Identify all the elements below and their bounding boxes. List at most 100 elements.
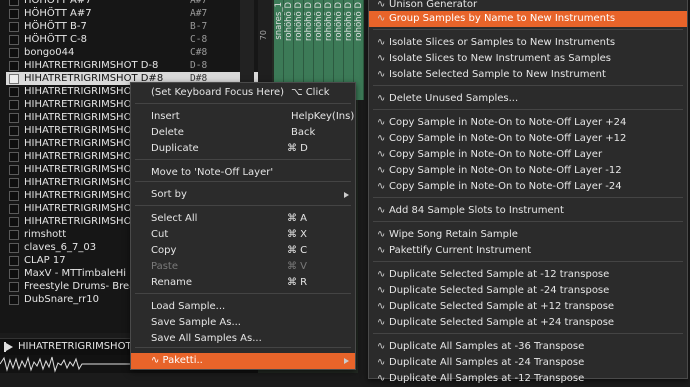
paketti-submenu-item[interactable]: ∿ Isolate Slices to New Instrument as Sam… xyxy=(369,51,687,67)
sample-checkbox[interactable] xyxy=(9,178,19,188)
sample-checkbox[interactable] xyxy=(9,74,19,84)
sample-checkbox[interactable] xyxy=(9,48,19,58)
sample-name: MaxV - MTTimbaleHi xyxy=(24,268,127,279)
sample-name: HIHATRETRIGRIMSHOT xyxy=(24,151,138,162)
submenu-item-label: Duplicate All Samples at -36 Transpose xyxy=(389,341,585,352)
menu-separator xyxy=(373,85,683,86)
paketti-submenu-item[interactable]: ∿ Copy Sample in Note-On to Note-Off Laye… xyxy=(369,147,687,163)
wave-icon: ∿ xyxy=(377,165,386,176)
paketti-submenu-item[interactable]: ∿ Duplicate Selected Sample at +24 transp… xyxy=(369,315,687,331)
sample-list-item[interactable]: bongo044 C#8 xyxy=(6,46,258,59)
context-menu-item[interactable]: Paste ⌘ V xyxy=(131,259,355,275)
context-menu-item[interactable]: (Set Keyboard Focus Here) ⌥ Click xyxy=(131,85,355,101)
menu-separator xyxy=(135,159,351,160)
paketti-submenu-item[interactable]: ∿ Duplicate Selected Sample at +12 transp… xyxy=(369,299,687,315)
paketti-submenu-item[interactable]: ∿ Duplicate Selected Sample at -24 transp… xyxy=(369,283,687,299)
sample-checkbox[interactable] xyxy=(9,243,19,253)
sample-checkbox[interactable] xyxy=(9,61,19,71)
sample-checkbox[interactable] xyxy=(9,152,19,162)
menu-item-label: Save All Samples As... xyxy=(151,333,262,344)
sample-list-item[interactable]: HÖHÖTT A#7 A#7 xyxy=(6,7,258,20)
paketti-submenu-item[interactable]: ∿ Copy Sample in Note-On to Note-Off Laye… xyxy=(369,179,687,195)
sample-list-item[interactable]: HIHATRETRIGRIMSHOT D-8 D-8 xyxy=(6,59,258,72)
submenu-item-label: Pakettify Current Instrument xyxy=(389,245,532,256)
sample-zone-label: rohöhö D xyxy=(324,2,334,41)
paketti-submenu-item[interactable]: ∿ Duplicate Selected Sample at -12 transp… xyxy=(369,267,687,283)
paketti-submenu-item[interactable]: ∿ Copy Sample in Note-On to Note-Off Laye… xyxy=(369,163,687,179)
sample-checkbox[interactable] xyxy=(9,217,19,227)
context-menu-item[interactable]: Sort by xyxy=(131,187,355,203)
sample-checkbox[interactable] xyxy=(9,191,19,201)
wave-icon: ∿ xyxy=(377,133,386,144)
sample-checkbox[interactable] xyxy=(9,87,19,97)
menu-item-label: Copy xyxy=(151,245,177,256)
context-menu-item[interactable]: Move to 'Note-Off Layer' xyxy=(131,165,355,181)
menu-separator xyxy=(373,197,683,198)
sample-checkbox[interactable] xyxy=(9,165,19,175)
sample-checkbox[interactable] xyxy=(9,9,19,19)
context-menu-item[interactable]: Load Sample... xyxy=(131,299,355,315)
paketti-submenu-item[interactable]: ∿ Duplicate All Samples at -12 Transpose xyxy=(369,371,687,387)
sample-checkbox[interactable] xyxy=(9,282,19,292)
menu-separator xyxy=(135,205,351,206)
sample-note: D-8 xyxy=(190,60,208,71)
paketti-submenu-item[interactable]: ∿ Copy Sample in Note-On to Note-Off Laye… xyxy=(369,131,687,147)
paketti-submenu-item[interactable]: ∿ Wipe Song Retain Sample xyxy=(369,227,687,243)
sample-checkbox[interactable] xyxy=(9,100,19,110)
context-menu-item[interactable]: Save All Samples As... xyxy=(131,331,355,347)
paketti-submenu-item[interactable]: ∿ Copy Sample in Note-On to Note-Off Laye… xyxy=(369,115,687,131)
menu-item-label: Load Sample... xyxy=(151,301,226,312)
wave-icon: ∿ xyxy=(377,269,386,280)
menu-separator xyxy=(135,181,351,182)
sample-list-item[interactable]: HÖHÖTT B-7 B-7 xyxy=(6,20,258,33)
context-menu-item[interactable]: Cut ⌘ X xyxy=(131,227,355,243)
paketti-submenu-item[interactable]: ∿ Duplicate All Samples at -24 Transpose xyxy=(369,355,687,371)
sample-checkbox[interactable] xyxy=(9,113,19,123)
sample-checkbox[interactable] xyxy=(9,230,19,240)
paketti-submenu-item[interactable]: ∿ Delete Unused Samples... xyxy=(369,91,687,107)
wave-icon: ∿ xyxy=(377,181,386,192)
context-menu-item[interactable]: Delete Back xyxy=(131,125,355,141)
play-icon[interactable] xyxy=(6,343,13,351)
wave-icon: ∿ xyxy=(377,229,386,240)
submenu-item-label: Copy Sample in Note-On to Note-Off Layer… xyxy=(389,181,622,192)
wave-icon: ∿ xyxy=(377,373,386,384)
menu-item-label: Delete xyxy=(151,127,184,138)
sample-checkbox[interactable] xyxy=(9,204,19,214)
paketti-submenu-item[interactable]: ∿ Pakettify Current Instrument xyxy=(369,243,687,259)
paketti-submenu-item[interactable]: ∿ Add 84 Sample Slots to Instrument xyxy=(369,203,687,219)
paketti-submenu-item[interactable]: ∿ Isolate Selected Sample to New Instrume… xyxy=(369,67,687,83)
sample-checkbox[interactable] xyxy=(9,35,19,45)
menu-item-shortcut: HelpKey(Ins) xyxy=(291,111,355,122)
paketti-submenu-item[interactable]: ∿ Group Samples by Name to New Instrument… xyxy=(369,11,687,27)
sample-list-item[interactable]: HÖHÖTT C-8 C-8 xyxy=(6,33,258,46)
context-menu-item[interactable]: Rename ⌘ R xyxy=(131,275,355,291)
submenu-item-label: Group Samples by Name to New Instruments xyxy=(389,13,616,24)
sample-checkbox[interactable] xyxy=(9,126,19,136)
paketti-menu-item[interactable]: ∿ Paketti.. xyxy=(131,353,355,369)
sample-list-item[interactable]: HÖHÖTT A#7 A#7 xyxy=(6,0,258,7)
sample-checkbox[interactable] xyxy=(9,269,19,279)
context-menu-item[interactable]: Copy ⌘ C xyxy=(131,243,355,259)
context-menu-item[interactable]: Select All ⌘ A xyxy=(131,211,355,227)
menu-item-shortcut: ⌥ Click xyxy=(291,87,330,98)
sample-note: C#8 xyxy=(190,47,208,58)
paketti-submenu-item[interactable]: ∿ Duplicate All Samples at -36 Transpose xyxy=(369,339,687,355)
sample-name: bongo044 xyxy=(24,47,75,58)
context-menu-item[interactable]: Insert HelpKey(Ins) xyxy=(131,109,355,125)
context-menu-item[interactable]: Save Sample As... xyxy=(131,315,355,331)
sample-name: HÖHÖTT A#7 xyxy=(24,8,92,19)
submenu-item-label: Isolate Slices or Samples to New Instrum… xyxy=(389,37,616,48)
sample-checkbox[interactable] xyxy=(9,139,19,149)
sample-checkbox[interactable] xyxy=(9,22,19,32)
menu-item-label: Insert xyxy=(151,111,180,122)
sample-checkbox[interactable] xyxy=(9,256,19,266)
menu-separator xyxy=(373,221,683,222)
wave-icon: ∿ xyxy=(377,285,386,296)
paketti-submenu-item[interactable]: ∿ Isolate Slices or Samples to New Instru… xyxy=(369,35,687,51)
sample-checkbox[interactable] xyxy=(9,295,19,305)
sample-checkbox[interactable] xyxy=(9,0,19,6)
menu-item-label: Duplicate xyxy=(151,143,199,154)
context-menu-item[interactable]: Duplicate ⌘ D xyxy=(131,141,355,157)
sample-name: HIHATRETRIGRIMSHOT D-8 xyxy=(24,60,159,71)
